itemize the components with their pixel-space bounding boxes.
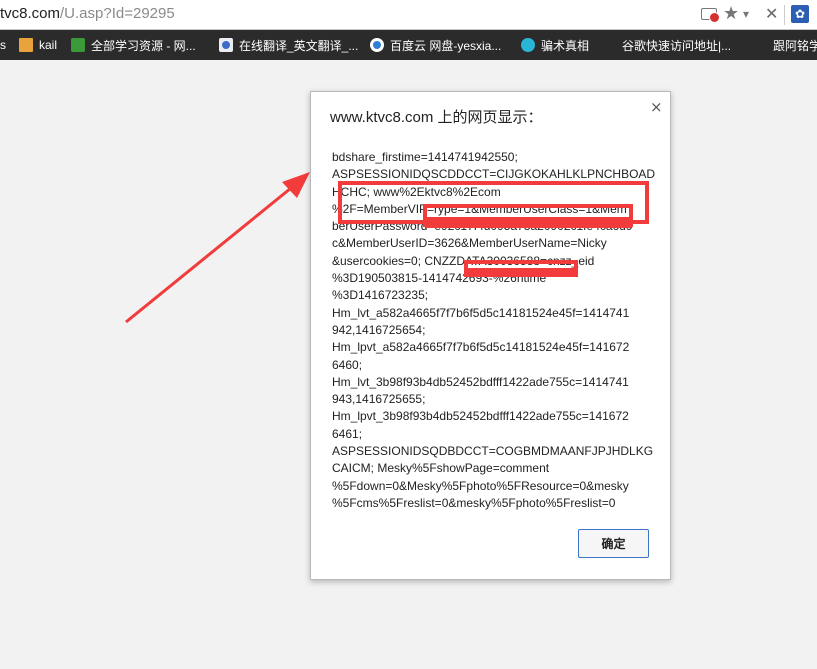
message-line: ASPSESSIONIDSQDBDCCT=COGBMDMAANFJPJHDLKG [332, 444, 654, 459]
message-line: %3D1416723235; [332, 288, 429, 303]
dialog-title: www.ktvc8.com 上的网页显示： [330, 109, 543, 126]
ok-button[interactable]: 确定 [578, 529, 649, 558]
message-line: Hm_lvt_3b98f93b4db52452bdfff1422ade755c=… [332, 374, 629, 389]
message-line: 942,1416725654; [332, 322, 426, 337]
message-line: 6461; [332, 426, 363, 441]
message-line: %5Fcms%5Freslist=0&mesky%5Fphoto%5Fresli… [332, 495, 616, 510]
message-line: 943,1416725655; [332, 392, 426, 407]
close-icon[interactable]: × [650, 98, 663, 116]
message-line: Hm_lpvt_a582a4665f7f7b6f5d5c14181524e45f… [332, 340, 630, 355]
message-line: Hm_lvt_a582a4665f7f7b6f5d5c14181524e45f=… [332, 305, 630, 320]
message-line: %5Fdown=0&Mesky%5Fphoto%5FResource=0&mes… [332, 478, 629, 493]
message-line: CAICM; Mesky%5FshowPage=comment [332, 461, 550, 476]
message-line: bdshare_firstime=1414741942550; [332, 150, 518, 164]
annotation-redaction-bar [425, 217, 631, 228]
message-line: c&MemberUserID=3626&MemberUserName=Nicky [332, 236, 607, 251]
alert-dialog: www.ktvc8.com 上的网页显示： × bdshare_firstime… [310, 91, 671, 580]
message-line: Hm_lpvt_3b98f93b4db52452bdfff1422ade755c… [332, 409, 629, 424]
annotation-redaction-bar [466, 268, 576, 275]
message-line: 6460; [332, 357, 363, 372]
